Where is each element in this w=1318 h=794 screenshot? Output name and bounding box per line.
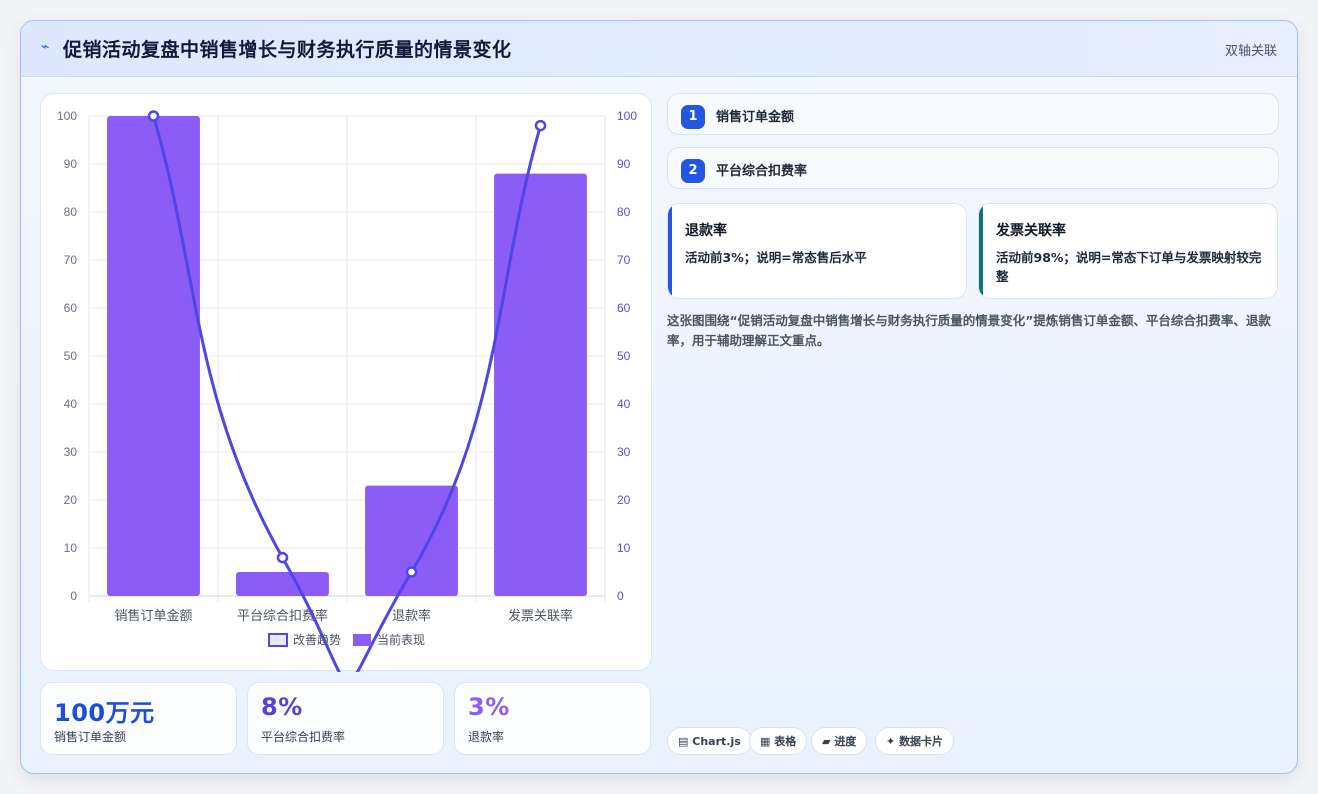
stat-label: 退款率	[468, 730, 505, 744]
stat-card-sales: 100万元 销售订单金额	[40, 682, 237, 755]
tag-table[interactable]: ▦ 表格	[749, 727, 808, 755]
tag-label: 进度	[834, 735, 857, 748]
note-desc: 活动前98%；说明=常态下订单与发票映射较完整	[996, 250, 1262, 284]
lightning-icon: ⌁	[41, 39, 50, 55]
trend-point-3	[534, 119, 547, 132]
note-card-invoice: 发票关联率 活动前98%；说明=常态下订单与发票映射较完整	[978, 203, 1278, 299]
note-title: 发票关联率	[996, 223, 1066, 239]
panel-header: ⌁ 促销活动复盘中销售增长与财务执行质量的情景变化 双轴关联	[21, 21, 1297, 77]
y-right-tick-label: 0	[617, 589, 624, 603]
bar-3	[494, 173, 587, 596]
y-right-tick-label: 60	[617, 301, 631, 315]
chart-card: 0 10 20 30 40 50 60 70 80 90 100 0 10 20 30 40 50 60 70 80 9…	[40, 93, 652, 672]
stat-card-refund-rate: 3% 退款率	[454, 682, 651, 755]
tag-chartjs[interactable]: ▤ Chart.js	[667, 727, 752, 755]
y-left-tick-label: 20	[64, 493, 78, 507]
legend-swatch-trend	[268, 633, 288, 647]
metric-pill-label: 销售订单金额	[716, 110, 795, 125]
y-left-tick-label: 90	[64, 157, 78, 171]
y-left-tick-label: 30	[64, 445, 78, 459]
y-right-tick-label: 70	[617, 253, 631, 267]
stat-value: 8%	[261, 693, 303, 721]
y-right-tick-label: 40	[617, 397, 631, 411]
note-title: 退款率	[685, 223, 727, 239]
table-icon: ▦	[760, 735, 771, 748]
y-left-tick-label: 70	[64, 253, 78, 267]
x-tick-label: 退款率	[392, 608, 431, 624]
bar-2	[365, 485, 458, 596]
y-right-tick-label: 100	[617, 109, 637, 123]
legend-swatch-current	[353, 634, 371, 646]
y-right-tick-label: 50	[617, 349, 631, 363]
y-left-tick-label: 100	[57, 109, 77, 123]
stat-label: 平台综合扣费率	[261, 730, 346, 744]
y-right-tick-label: 10	[617, 541, 631, 555]
stat-card-fee-rate: 8% 平台综合扣费率	[247, 682, 444, 755]
bar-0	[107, 116, 200, 596]
stat-value: 3%	[468, 693, 510, 721]
note-desc: 活动前3%；说明=常态售后水平	[685, 250, 867, 265]
step-number: 2	[681, 159, 705, 183]
bar-1	[236, 572, 329, 596]
legend-label-trend: 改善趋势	[293, 632, 341, 647]
y-right-tick-label: 90	[617, 157, 631, 171]
y-left-tick-label: 80	[64, 205, 78, 219]
trend-point-2	[405, 566, 418, 578]
metric-pill-label: 平台综合扣费率	[716, 164, 808, 179]
legend-label-current: 当前表现	[377, 632, 425, 647]
dual-axis-badge: 双轴关联	[1224, 44, 1277, 59]
tag-label: 数据卡片	[899, 735, 944, 748]
trend-point-0	[147, 110, 160, 122]
y-left-tick-label: 60	[64, 301, 78, 315]
y-left-tick-label: 10	[64, 541, 78, 555]
y-right-tick-label: 20	[617, 493, 631, 507]
combo-chart: 0 10 20 30 40 50 60 70 80 90 100 0 10 20 30 40 50 60 70 80 9…	[57, 109, 637, 672]
y-left-tick-label: 50	[64, 349, 78, 363]
chart-legend: 改善趋势 当前表现	[268, 632, 425, 647]
x-tick-label: 销售订单金额	[114, 608, 192, 624]
progress-icon: ▰	[822, 735, 831, 748]
accent-bar	[668, 204, 672, 298]
summary-text: 这张图围绕“促销活动复盘中销售增长与财务执行质量的情景变化”提炼销售订单金额、平…	[667, 313, 1271, 348]
tag-progress[interactable]: ▰ 进度	[811, 727, 868, 755]
trend-point-1	[276, 551, 289, 564]
y-right-tick-label: 80	[617, 205, 631, 219]
metric-pill-1[interactable]: 1 销售订单金额	[667, 93, 1279, 135]
tag-label: Chart.js	[692, 735, 741, 748]
y-right-tick-label: 30	[617, 445, 631, 459]
chart-icon: ▤	[678, 735, 689, 748]
report-panel: ⌁ 促销活动复盘中销售增长与财务执行质量的情景变化 双轴关联 0 10 20 30 40…	[20, 20, 1298, 774]
tag-label: 表格	[774, 735, 797, 748]
stat-value: 100万元	[54, 699, 155, 727]
note-card-refund: 退款率 活动前3%；说明=常态售后水平	[667, 203, 967, 299]
step-number: 1	[681, 105, 705, 129]
x-tick-label: 发票关联率	[508, 608, 573, 624]
y-left-tick-label: 0	[70, 589, 77, 603]
metric-pill-2[interactable]: 2 平台综合扣费率	[667, 147, 1279, 189]
y-left-tick-label: 40	[64, 397, 78, 411]
tag-data-card[interactable]: ✦ 数据卡片	[875, 727, 955, 755]
accent-bar	[979, 204, 983, 298]
sparkle-icon: ✦	[886, 735, 896, 748]
page-title: 促销活动复盘中销售增长与财务执行质量的情景变化	[63, 39, 512, 61]
stat-label: 销售订单金额	[54, 730, 127, 744]
